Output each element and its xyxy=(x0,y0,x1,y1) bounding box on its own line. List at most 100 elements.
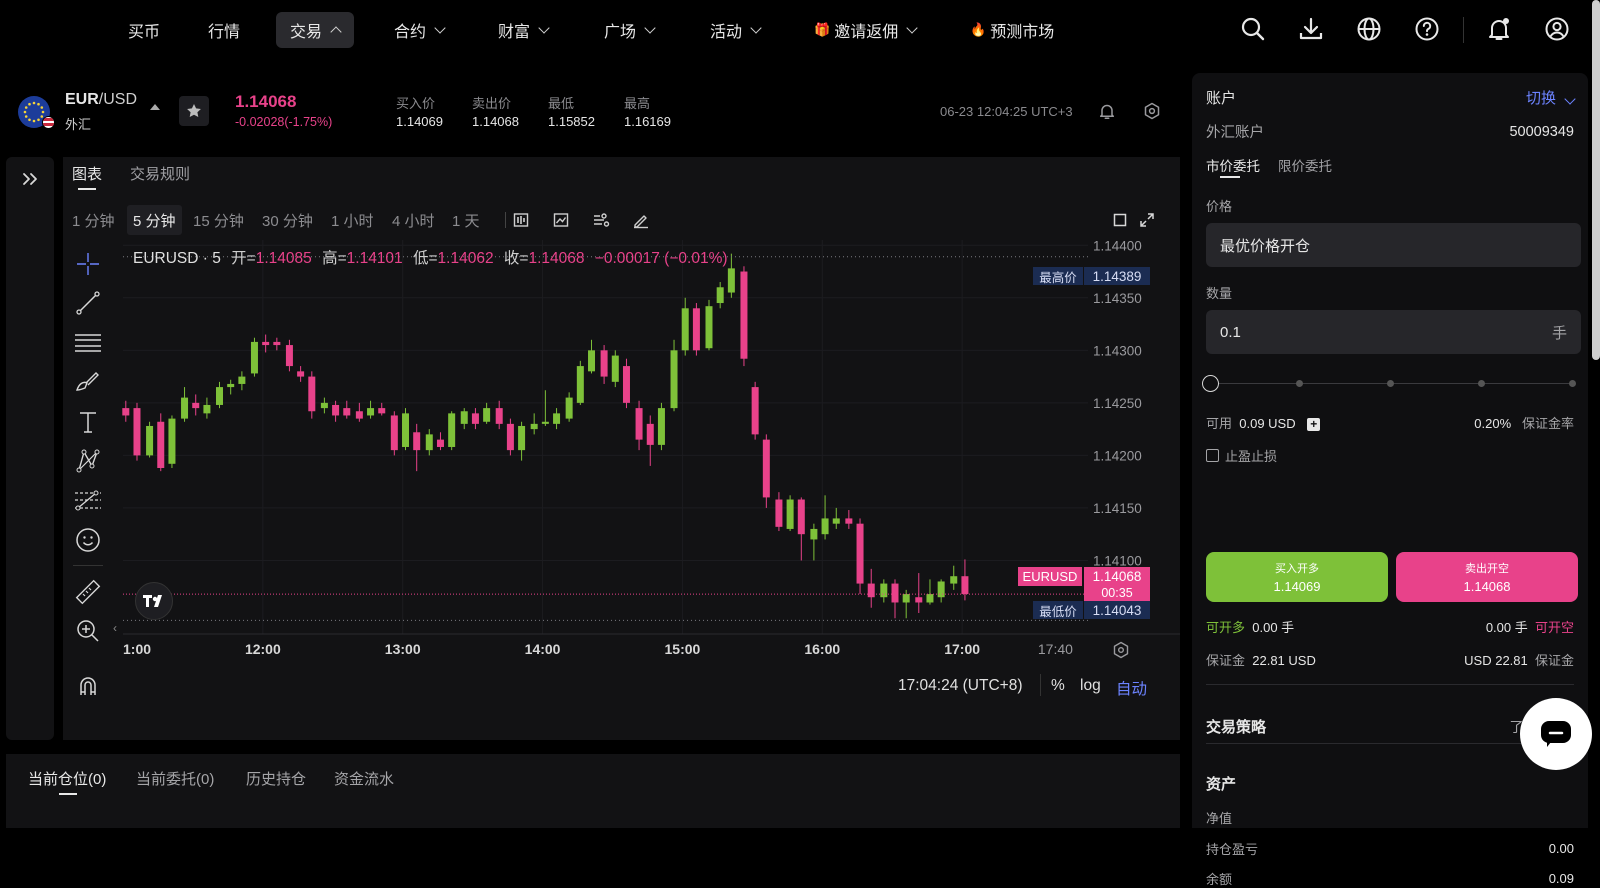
price-input[interactable]: 最优价格开仓 xyxy=(1206,223,1581,267)
slider-handle[interactable] xyxy=(1202,375,1219,392)
us-flag-icon xyxy=(42,116,55,129)
nav-item-referral[interactable]: 🎁 邀请返佣 xyxy=(800,12,930,48)
settings-icon[interactable] xyxy=(1143,102,1161,123)
positions-panel: 当前仓位(0) 当前委托(0) 历史持仓 资金流水 xyxy=(6,754,1180,828)
low-price-tag: 最低价 xyxy=(1033,601,1083,619)
x-tick-label: 17:40 xyxy=(1038,641,1073,657)
nav-item-wealth[interactable]: 财富 xyxy=(484,12,562,48)
tab-fund-flow[interactable]: 资金流水 xyxy=(334,768,394,789)
bid-label: 买入价 xyxy=(396,96,436,111)
high-price-value: 1.14389 xyxy=(1084,267,1150,285)
x-tick-label: 17:00 xyxy=(944,641,980,657)
x-tick-label: 14:00 xyxy=(525,641,561,657)
x-tick-label: 1:00 xyxy=(123,641,151,657)
account-row: 外汇账户 50009349 xyxy=(1206,123,1574,142)
chevron-down-icon xyxy=(906,21,918,34)
y-tick-label: 1.14250 xyxy=(1093,396,1142,411)
alert-bell-icon[interactable] xyxy=(1098,102,1116,123)
tradingview-logo-icon[interactable] xyxy=(135,582,173,620)
sell-short-button[interactable]: 卖出开空 1.14068 xyxy=(1396,552,1578,602)
candle-body xyxy=(565,397,573,419)
quantity-input[interactable]: 0.1 手 xyxy=(1206,310,1581,354)
pair-name: EUR/USD xyxy=(65,91,138,108)
candle-body xyxy=(786,499,794,529)
bell-icon[interactable] xyxy=(1484,14,1514,44)
chevron-down-icon xyxy=(1564,93,1576,105)
nav-item-buy-crypto[interactable]: 买币 xyxy=(114,12,174,48)
candle-body xyxy=(133,408,141,456)
download-icon[interactable] xyxy=(1296,14,1326,44)
x-tick-label: 15:00 xyxy=(665,641,701,657)
candle-body xyxy=(157,421,165,468)
chat-support-icon[interactable] xyxy=(1520,698,1592,770)
nav-item-square[interactable]: 广场 xyxy=(590,12,668,48)
x-tick-label: 13:00 xyxy=(385,641,421,657)
chevron-down-icon xyxy=(644,21,656,34)
auto-scale-toggle[interactable]: 自动 xyxy=(1116,677,1147,699)
nav-item-prediction[interactable]: 🔥 预测市场 xyxy=(956,12,1068,48)
candle-body xyxy=(727,268,735,293)
candle-body xyxy=(425,434,433,451)
nav-item-trade[interactable]: 交易 xyxy=(276,12,355,48)
star-icon[interactable] xyxy=(179,96,209,126)
help-icon[interactable] xyxy=(1412,14,1442,44)
add-funds-icon[interactable]: + xyxy=(1307,418,1321,432)
strategy-row[interactable]: 交易策略 了解详情 › xyxy=(1206,716,1574,737)
candle-body xyxy=(821,518,829,535)
nav-item-markets[interactable]: 行情 xyxy=(194,12,254,48)
candle-body xyxy=(797,499,805,535)
candle-body xyxy=(845,518,853,524)
expand-sidebar-icon[interactable] xyxy=(21,171,39,190)
tab-limit-order[interactable]: 限价委托 xyxy=(1278,155,1332,175)
candle-body xyxy=(902,594,910,603)
candle-body xyxy=(611,355,619,382)
candle-body xyxy=(308,376,316,412)
candle-body xyxy=(622,366,630,403)
user-icon[interactable] xyxy=(1542,14,1572,44)
tab-open-orders[interactable]: 当前委托(0) xyxy=(136,768,214,789)
log-scale-toggle[interactable]: log xyxy=(1080,677,1101,695)
section-divider xyxy=(1206,743,1574,744)
tab-current-positions[interactable]: 当前仓位(0) xyxy=(28,768,106,789)
candle-body xyxy=(740,271,748,359)
percent-scale-toggle[interactable]: % xyxy=(1051,677,1065,695)
candlestick-chart[interactable]: 1.14400 1.14350 1.14300 1.14250 1.14200 1.141… xyxy=(63,157,1180,740)
candle-body xyxy=(926,594,934,603)
globe-icon[interactable] xyxy=(1354,14,1384,44)
switch-account-button[interactable]: 切换 xyxy=(1526,87,1576,108)
search-icon[interactable] xyxy=(1238,14,1268,44)
tpsl-row: 止盈止损 xyxy=(1206,446,1574,465)
candle-body xyxy=(332,404,340,416)
slider-tick xyxy=(1478,380,1485,387)
page-scrollbar[interactable] xyxy=(1592,0,1600,360)
slider-tick xyxy=(1296,380,1303,387)
ask-label: 卖出价 xyxy=(472,96,512,111)
candle-body xyxy=(355,411,363,419)
chevron-down-icon xyxy=(434,21,446,34)
candle-body xyxy=(390,415,398,451)
candle-body xyxy=(436,439,444,447)
tpsl-checkbox[interactable] xyxy=(1206,449,1219,462)
candle-body xyxy=(238,376,246,384)
nav-divider xyxy=(1463,17,1464,43)
chevron-up-icon xyxy=(330,26,342,38)
gift-icon: 🎁 xyxy=(814,22,831,37)
tab-position-history[interactable]: 历史持仓 xyxy=(246,768,306,789)
candle-body xyxy=(192,402,200,409)
buy-long-button[interactable]: 买入开多 1.14069 xyxy=(1206,552,1388,602)
candle-body xyxy=(810,528,818,540)
candle-body xyxy=(762,439,770,498)
axis-settings-icon[interactable] xyxy=(1112,641,1130,662)
tab-market-order[interactable]: 市价委托 xyxy=(1206,155,1260,175)
chart-panel: 图表 交易规则 1 分钟 5 分钟 15 分钟 30 分钟 1 小时 4 小时 … xyxy=(63,157,1180,740)
caret-up-icon[interactable] xyxy=(150,104,160,110)
nav-item-events[interactable]: 活动 xyxy=(696,12,774,48)
ask-value: 1.14068 xyxy=(472,114,519,129)
candle-body xyxy=(285,345,293,367)
candle-body xyxy=(250,341,258,374)
nav-item-futures[interactable]: 合约 xyxy=(380,12,458,48)
fire-icon: 🔥 xyxy=(970,22,987,37)
candle-body xyxy=(203,404,211,414)
symbol-bar: EUR/USD 外汇 1.14068 -0.02028(-1.75%) 买入价 … xyxy=(0,80,1175,146)
candle-body xyxy=(705,306,713,349)
